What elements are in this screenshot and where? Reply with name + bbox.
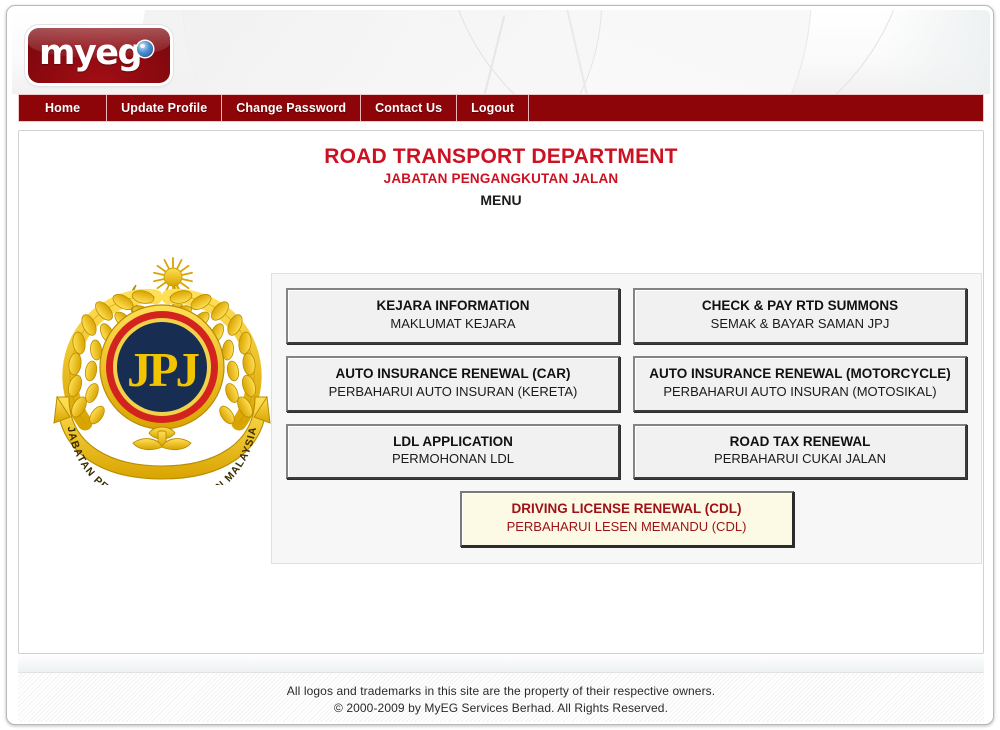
nav-home-label: Home [45,101,81,115]
nav-update-profile-label: Update Profile [121,101,208,115]
myeg-logo[interactable]: myeg [28,28,170,83]
header-swirl-line-2 [565,10,591,94]
jpj-crest-logo: JPJ JABATAN PE [45,247,279,513]
footer-trademark-notice: All logos and trademarks in this site ar… [286,684,716,698]
check-pay-rtd-summons-label-en: CHECK & PAY RTD SUMMONS [701,298,899,313]
nav-filler [529,95,983,121]
nav-home[interactable]: Home [19,95,108,121]
auto-insurance-car-label-en: AUTO INSURANCE RENEWAL (CAR) [335,365,571,381]
wreath-knot [132,426,192,451]
road-tax-renewal-button[interactable]: ROAD TAX RENEWAL PERBAHARUI CUKAI JALAN [633,423,967,480]
ldl-application-label-ms: PERMOHONAN LDL [391,451,515,467]
browser-window-frame: myeg Home Update Profile Change Password… [6,5,994,725]
header-swirl-line [480,15,506,94]
auto-insurance-renewal-car-button[interactable]: AUTO INSURANCE RENEWAL (CAR) PERBAHARUI … [286,355,620,412]
header-swirl-graphic-2 [154,10,630,94]
ldl-application-label-en: LDL APPLICATION [393,433,513,449]
ldl-application-button[interactable]: LDL APPLICATION PERMOHONAN LDL [286,423,620,480]
jpj-roundel: JPJ [99,304,225,430]
auto-insurance-renewal-motorcycle-button[interactable]: AUTO INSURANCE RENEWAL (MOTORCYCLE) PERB… [633,355,967,412]
road-tax-renewal-label-ms: PERBAHARUI CUKAI JALAN [714,451,886,467]
jpj-monogram: JPJ [127,342,199,397]
eye-icon [137,41,153,57]
myeg-wordmark: myeg [39,33,143,73]
page-title-block: ROAD TRANSPORT DEPARTMENT JABATAN PENGAN… [19,131,983,208]
auto-insurance-motorcycle-label-en: AUTO INSURANCE RENEWAL (MOTORCYCLE) [649,365,951,381]
nav-change-password-label: Change Password [236,101,347,115]
driving-license-cdl-label-ms: PERBAHARUI LESEN MEMANDU (CDL) [506,519,747,535]
menu-row-2: AUTO INSURANCE RENEWAL (CAR) PERBAHARUI … [286,355,967,412]
header-swirl-graphic [252,10,812,94]
nav-logout-label: Logout [471,101,515,115]
menu-row-4: DRIVING LICENSE RENEWAL (CDL) PERBAHARUI… [286,491,967,548]
footer-copyright: © 2000-2009 by MyEG Services Berhad. All… [333,701,669,715]
site-header: myeg [12,10,990,94]
site-footer: All logos and trademarks in this site ar… [18,672,984,722]
check-pay-rtd-summons-button[interactable]: CHECK & PAY RTD SUMMONS SEMAK & BAYAR SA… [633,288,967,344]
nav-update-profile[interactable]: Update Profile [107,95,223,121]
page-title: ROAD TRANSPORT DEPARTMENT [324,145,678,168]
driving-license-renewal-cdl-button[interactable]: DRIVING LICENSE RENEWAL (CDL) PERBAHARUI… [459,491,794,548]
section-label: MENU [480,192,522,208]
kejara-information-label-en: KEJARA INFORMATION [376,298,530,313]
page-shell: myeg Home Update Profile Change Password… [12,10,990,722]
road-tax-renewal-label-en: ROAD TAX RENEWAL [729,433,871,449]
auto-insurance-motorcycle-label-ms: PERBAHARUI AUTO INSURAN (MOTOSIKAL) [663,383,937,399]
header-swirl-graphic-4 [142,10,442,94]
check-pay-rtd-summons-label-ms: SEMAK & BAYAR SAMAN JPJ [710,315,890,331]
kejara-information-button[interactable]: KEJARA INFORMATION MAKLUMAT KEJARA [286,288,620,344]
menu-panel: KEJARA INFORMATION MAKLUMAT KEJARA CHECK… [271,273,982,565]
main-navigation: Home Update Profile Change Password Cont… [18,94,984,122]
header-swirl-graphic-3 [390,10,964,94]
driving-license-cdl-label-en: DRIVING LICENSE RENEWAL (CDL) [511,501,742,517]
nav-change-password[interactable]: Change Password [222,95,362,121]
page-subtitle: JABATAN PENGANGKUTAN JALAN [383,171,619,186]
nav-contact-us[interactable]: Contact Us [361,95,458,121]
menu-row-3: LDL APPLICATION PERMOHONAN LDL ROAD TAX … [286,423,967,480]
nav-contact-us-label: Contact Us [375,101,443,115]
content-panel: ROAD TRANSPORT DEPARTMENT JABATAN PENGAN… [18,130,984,654]
nav-logout[interactable]: Logout [457,95,530,121]
footer-gap [18,654,984,672]
auto-insurance-car-label-ms: PERBAHARUI AUTO INSURAN (KERETA) [328,383,578,399]
header-right-gradient [880,10,990,94]
kejara-information-label-ms: MAKLUMAT KEJARA [390,315,516,331]
menu-row-1: KEJARA INFORMATION MAKLUMAT KEJARA CHECK… [286,288,967,344]
